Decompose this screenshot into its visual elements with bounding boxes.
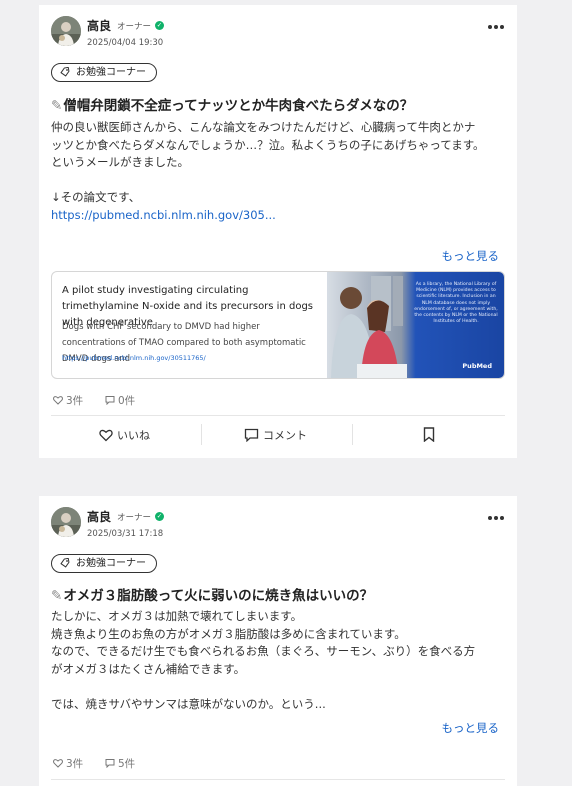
post-title[interactable]: ✎オメガ３脂肪酸って火に弱いのに焼き魚はいいの？ bbox=[51, 584, 373, 604]
divider bbox=[51, 415, 505, 416]
like-count: 3件 bbox=[53, 756, 83, 771]
verified-check-icon: ✓ bbox=[155, 21, 164, 30]
preview-url: https://pubmed.ncbi.nlm.nih.gov/30511765… bbox=[62, 354, 206, 362]
comment-count-value: 0件 bbox=[118, 395, 136, 407]
post-title[interactable]: ✎僧帽弁閉鎖不全症ってナッツとか牛肉食べたらダメなの？ bbox=[51, 94, 413, 114]
comment-count: 5件 bbox=[105, 756, 135, 771]
post-date: 2025/04/04 19:30 bbox=[87, 38, 164, 48]
category-tag-label: お勉強コーナー bbox=[76, 67, 146, 78]
body-line: がオメガ３はたくさん補給できます。 bbox=[51, 661, 246, 676]
post-date: 2025/03/31 17:18 bbox=[87, 529, 164, 539]
preview-image-text: As a library, the National Library of Me… bbox=[414, 282, 498, 325]
body-line bbox=[51, 678, 506, 696]
like-count-value: 3件 bbox=[66, 395, 84, 407]
like-count-value: 3件 bbox=[66, 758, 84, 770]
like-button[interactable]: いいね bbox=[99, 427, 150, 443]
post-card: 高良 オーナー ✓ 2025/04/04 19:30 お勉強コーナー ✎僧帽弁閉… bbox=[39, 5, 517, 458]
post-body: 仲の良い獣医師さんから、こんな論文をみつけたんだけど、心臓病って牛肉とかナ ッツ… bbox=[51, 119, 506, 224]
body-line: 焼き魚より生のお魚の方がオメガ３脂肪酸は多めに含まれています。 bbox=[51, 626, 406, 641]
tag-icon bbox=[60, 67, 70, 77]
more-options-icon[interactable] bbox=[488, 516, 504, 522]
body-line: ↓その論文です、 bbox=[51, 190, 141, 204]
body-line: 仲の良い獣医師さんから、こんな論文をみつけたんだけど、心臓病って牛肉とかナ bbox=[51, 120, 476, 134]
link-preview-card[interactable]: A pilot study investigating circulating … bbox=[51, 271, 505, 379]
category-tag-label: お勉強コーナー bbox=[76, 558, 146, 569]
heart-icon bbox=[99, 429, 113, 442]
body-line: ッツとか食べたらダメなんでしょうか…？泣。私よくうちの子にあげちゃってます。 bbox=[51, 137, 485, 152]
verified-check-icon: ✓ bbox=[155, 512, 164, 521]
heart-icon bbox=[53, 396, 63, 405]
divider bbox=[51, 779, 505, 780]
pubmed-logo: PubMed bbox=[462, 362, 492, 370]
body-line bbox=[51, 172, 506, 190]
preview-image: As a library, the National Library of Me… bbox=[327, 272, 504, 378]
author-name[interactable]: 高良 bbox=[87, 508, 111, 525]
pencil-icon: ✎ bbox=[51, 98, 63, 114]
author-name[interactable]: 高良 bbox=[87, 17, 111, 34]
more-options-icon[interactable] bbox=[488, 25, 504, 31]
role-badge: オーナー bbox=[117, 513, 152, 523]
post-title-text: 僧帽弁閉鎖不全症ってナッツとか牛肉食べたらダメなの？ bbox=[63, 98, 414, 114]
post-title-text: オメガ３脂肪酸って火に弱いのに焼き魚はいいの？ bbox=[63, 588, 374, 604]
category-tag[interactable]: お勉強コーナー bbox=[51, 554, 157, 573]
bookmark-icon bbox=[423, 427, 435, 443]
body-line: では、焼きサバやサンマは意味がないのか。という... bbox=[51, 696, 326, 711]
comment-count-value: 5件 bbox=[118, 758, 136, 770]
body-line: たしかに、オメガ３は加熱で壊れてしまいます。 bbox=[51, 609, 303, 623]
comment-icon bbox=[105, 759, 115, 769]
role-badge: オーナー bbox=[117, 22, 152, 32]
comment-icon bbox=[244, 428, 259, 443]
category-tag[interactable]: お勉強コーナー bbox=[51, 63, 157, 82]
body-line: なので、できるだけ生でも食べられるお魚（まぐろ、サーモン、ぶり）を食べる方 bbox=[51, 644, 476, 658]
like-count: 3件 bbox=[53, 393, 83, 408]
comment-icon bbox=[105, 396, 115, 406]
tag-icon bbox=[60, 558, 70, 568]
comment-button-label: コメント bbox=[263, 429, 307, 442]
read-more-link[interactable]: もっと見る bbox=[442, 720, 500, 736]
comment-button[interactable]: コメント bbox=[244, 427, 307, 443]
pencil-icon: ✎ bbox=[51, 588, 63, 604]
post-body: たしかに、オメガ３は加熱で壊れてしまいます。 焼き魚より生のお魚の方がオメガ３脂… bbox=[51, 608, 506, 713]
avatar[interactable] bbox=[51, 16, 81, 46]
post-card: 高良 オーナー ✓ 2025/03/31 17:18 お勉強コーナー ✎オメガ３… bbox=[39, 496, 517, 786]
pubmed-link[interactable]: https://pubmed.ncbi.nlm.nih.gov/305... bbox=[51, 207, 506, 225]
divider bbox=[352, 424, 353, 445]
heart-icon bbox=[53, 759, 63, 768]
read-more-link[interactable]: もっと見る bbox=[442, 248, 500, 264]
bookmark-button[interactable] bbox=[423, 427, 439, 443]
avatar[interactable] bbox=[51, 507, 81, 537]
comment-count: 0件 bbox=[105, 393, 135, 408]
body-line: というメールがきました。 bbox=[51, 155, 189, 169]
like-button-label: いいね bbox=[117, 429, 150, 442]
divider bbox=[201, 424, 202, 445]
